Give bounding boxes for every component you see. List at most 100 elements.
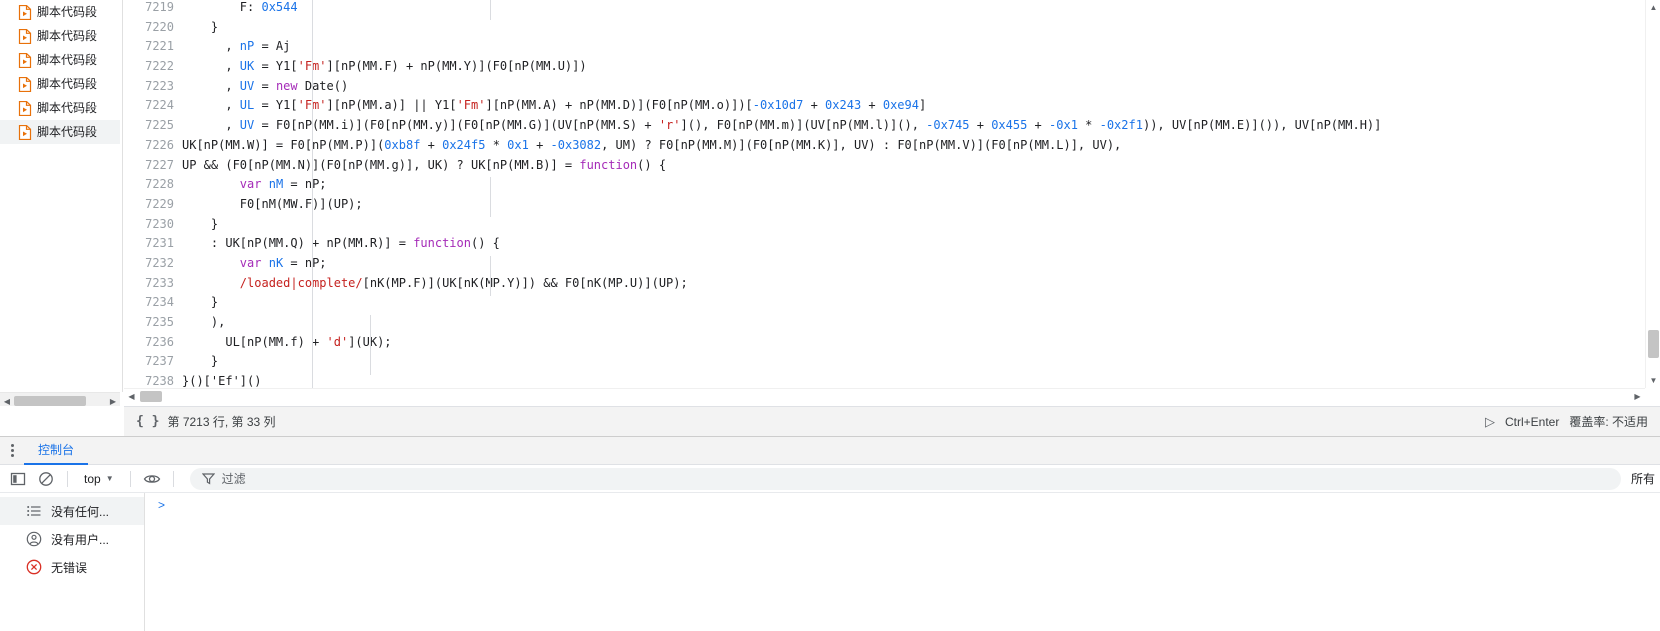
sources-navigator[interactable]: 脚本代码段 脚本代码段 脚本代码段 脚本代码段 脚本代码段 脚本代码段 [0,0,120,392]
execution-context-selector[interactable]: top ▼ [76,468,122,490]
code-lines: 7219 F: 0x544 7220 } 7221 , nP = Aj 7222 , … [124,0,1660,388]
code-line[interactable]: 7237 } [124,354,1660,374]
code-line[interactable]: 7236 UL[nP(MM.f) + 'd'](UK); [124,335,1660,355]
indent-guide [312,0,313,388]
code-line[interactable]: 7228 var nM = nP; [124,177,1660,197]
code-line[interactable]: 7222 , UK = Y1['Fm'][nP(MM.F) + nP(MM.Y)… [124,59,1660,79]
more-options-icon[interactable] [0,437,24,465]
line-number[interactable]: 7224 [124,98,182,112]
status-bar-left-filler [0,406,124,436]
console-prompt-row[interactable]: > [146,497,1660,515]
code-line[interactable]: 7225 , UV = F0[nP(MM.i)](F0[nP(MM.y)](F0… [124,118,1660,138]
navigator-item[interactable]: 脚本代码段 [0,120,120,144]
navigator-item[interactable]: 脚本代码段 [0,0,120,24]
navigator-splitter[interactable] [120,0,123,392]
editor-scroll-right-arrow[interactable]: ▶ [1630,389,1645,404]
code-line[interactable]: 7220 } [124,20,1660,40]
code-line[interactable]: 7221 , nP = Aj [124,39,1660,59]
editor-vscrollbar[interactable]: ▲ ▼ [1645,0,1660,388]
code-token: + [861,98,883,113]
line-number[interactable]: 7231 [124,236,182,250]
code-token: /loaded|complete/ [239,275,363,290]
console-filter-input[interactable]: 过滤 [189,467,1621,490]
line-number[interactable]: 7225 [124,118,182,132]
line-number[interactable]: 7238 [124,374,182,388]
editor-hscroll-thumb[interactable] [140,391,162,402]
code-line[interactable]: 7219 F: 0x544 [124,0,1660,20]
line-number[interactable]: 7229 [124,197,182,211]
code-line[interactable]: 7227 UP && (F0[nP(MM.N)](F0[nP(MM.g)], UK… [124,158,1660,178]
code-line[interactable]: 7223 , UV = new Date() [124,79,1660,99]
line-number[interactable]: 7223 [124,79,182,93]
show-console-sidebar-icon[interactable] [5,467,31,491]
console-sidebar-item-label: 无错误 [51,560,88,575]
editor-status-bar: { } 第 7213 行, 第 33 列 ▷ Ctrl+Enter 覆盖率: 不… [124,406,1660,436]
editor-scroll-down-arrow[interactable]: ▼ [1646,373,1660,388]
line-number[interactable]: 7222 [124,59,182,73]
console-sidebar-item[interactable]: 没有任何... [0,497,144,525]
line-number[interactable]: 7227 [124,158,182,172]
chevron-down-icon: ▼ [105,474,114,483]
navigator-item[interactable]: 脚本代码段 [0,96,120,120]
console-sidebar[interactable]: 没有任何... 没有用户... 无错误 [0,493,145,631]
console-levels-label[interactable]: 所有 [1631,470,1655,487]
pretty-print-icon[interactable]: { } [136,414,159,429]
code-token: UV [239,78,255,93]
tab-console[interactable]: 控制台 [24,436,89,465]
code-editor[interactable]: 7219 F: 0x544 7220 } 7221 , nP = Aj 7222 , … [124,0,1660,388]
run-shortcut-label: Ctrl+Enter [1504,414,1560,429]
code-token: = Y1[ [254,59,298,74]
editor-scroll-left-arrow[interactable]: ◀ [124,389,139,404]
run-snippet-icon[interactable]: ▷ [1485,414,1495,430]
status-bar-left: { } 第 7213 行, 第 33 列 [136,413,276,430]
code-line[interactable]: 7233 /loaded|complete/[nK(MP.F)](UK[nK(M… [124,276,1660,296]
coverage-label: 覆盖率: 不适用 [1569,415,1648,429]
code-token: + [528,137,551,152]
code-line[interactable]: 7231 : UK[nP(MM.Q) + nP(MM.R)] = functio… [124,236,1660,256]
code-token: } [182,19,219,34]
code-line[interactable]: 7230 } [124,217,1660,237]
line-number[interactable]: 7233 [124,276,182,290]
code-line-text: } [182,217,218,231]
line-number[interactable]: 7220 [124,20,182,34]
line-number[interactable]: 7235 [124,315,182,329]
line-number[interactable]: 7228 [124,177,182,191]
live-expression-icon[interactable] [139,467,165,491]
line-number[interactable]: 7226 [124,138,182,152]
code-token: nP [239,39,255,54]
navigator-item-label: 脚本代码段 [37,5,98,19]
editor-scroll-up-arrow[interactable]: ▲ [1646,0,1660,15]
code-line[interactable]: 7238}()['Ef']() [124,374,1660,388]
message-list-icon [26,503,42,519]
code-line[interactable]: 7226 UK[nP(MM.W)] = F0[nP(MM.P)](0xb8f + … [124,138,1660,158]
status-bar-right: ▷ Ctrl+Enter 覆盖率: 不适用 [1485,413,1648,430]
navigator-hscroll-thumb[interactable] [14,396,86,406]
console-sidebar-item[interactable]: 无错误 [0,553,144,581]
code-line-text: , UV = new Date() [182,79,348,93]
code-token: + [803,98,826,113]
navigator-item[interactable]: 脚本代码段 [0,24,120,48]
line-number[interactable]: 7219 [124,0,182,14]
line-number[interactable]: 7232 [124,256,182,270]
line-number[interactable]: 7234 [124,295,182,309]
line-number[interactable]: 7221 [124,39,182,53]
code-line[interactable]: 7232 var nK = nP; [124,256,1660,276]
code-token: , UM) ? F0[nP(MM.M)](F0[nP(MM.K)], UV) :… [601,137,1122,152]
console-message-list[interactable]: > [146,493,1660,631]
navigator-item[interactable]: 脚本代码段 [0,72,120,96]
editor-vscroll-thumb[interactable] [1648,330,1659,358]
line-number[interactable]: 7237 [124,354,182,368]
snippet-file-icon [18,101,32,116]
line-number[interactable]: 7236 [124,335,182,349]
clear-console-icon[interactable] [33,467,59,491]
navigator-item[interactable]: 脚本代码段 [0,48,120,72]
code-line[interactable]: 7229 F0[nM(MW.F)](UP); [124,197,1660,217]
editor-hscrollbar[interactable]: ◀ ▶ [124,388,1645,403]
code-line[interactable]: 7235 ), [124,315,1660,335]
code-token: UV [239,118,255,133]
line-number[interactable]: 7230 [124,217,182,231]
navigator-item-label: 脚本代码段 [37,125,98,139]
code-line[interactable]: 7224 , UL = Y1['Fm'][nP(MM.a)] || Y1['Fm… [124,98,1660,118]
console-sidebar-item[interactable]: 没有用户... [0,525,144,553]
code-line[interactable]: 7234 } [124,295,1660,315]
